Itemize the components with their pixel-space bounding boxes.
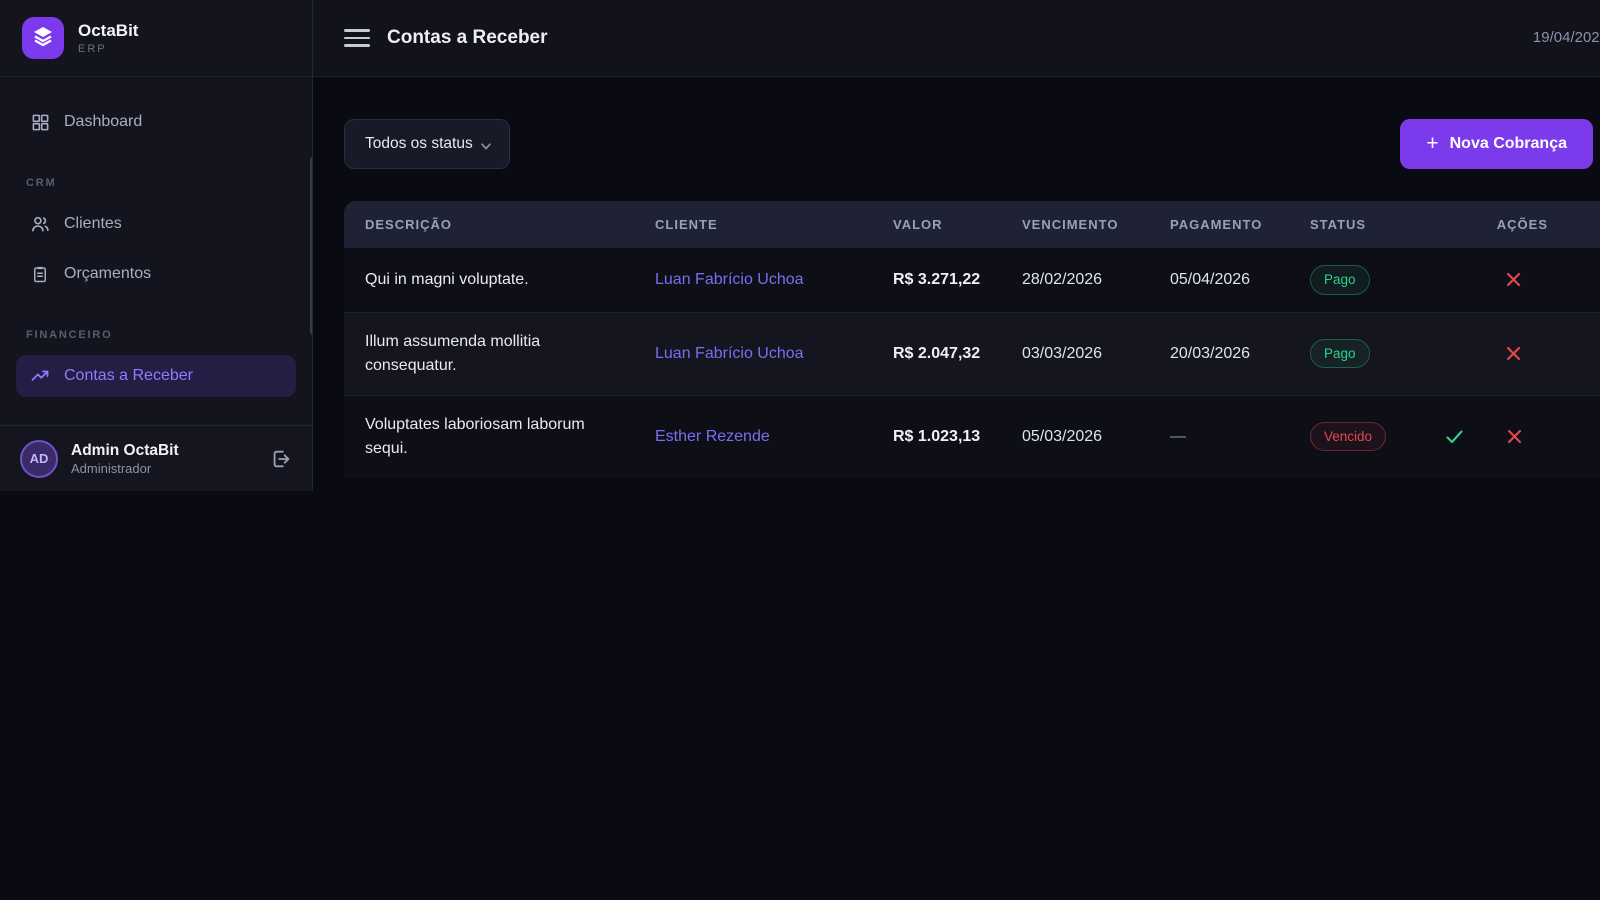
cell-vencimento: 03/03/2026 — [1022, 312, 1170, 395]
status-badge: Pago — [1310, 265, 1370, 295]
trending-up-icon — [30, 366, 50, 386]
col-header-acoes: AÇÕES — [1480, 201, 1600, 248]
col-header-cliente: CLIENTE — [655, 201, 893, 248]
col-header-status: STATUS — [1310, 201, 1480, 248]
clipboard-icon — [30, 264, 50, 284]
status-filter-select[interactable]: Todos os status — [344, 119, 510, 169]
user-meta: Admin OctaBit Administrador — [71, 441, 257, 476]
client-link[interactable]: Luan Fabrício Uchoa — [655, 345, 804, 362]
cell-pagamento: 05/04/2026 — [1170, 248, 1310, 313]
users-icon — [30, 214, 50, 234]
toolbar: Todos os status + Nova Cobrança — [344, 119, 1593, 169]
new-charge-button[interactable]: + Nova Cobrança — [1400, 119, 1593, 169]
app-window: OctaBit ERP Dashboard CRM Clientes — [0, 0, 1600, 491]
sidebar-item-label: Orçamentos — [64, 265, 151, 283]
logout-icon[interactable] — [270, 448, 292, 470]
brand-text: OctaBit ERP — [78, 21, 138, 55]
delete-icon[interactable] — [1505, 345, 1522, 362]
cell-vencimento: 05/03/2026 — [1022, 395, 1170, 478]
page-title: Contas a Receber — [387, 27, 548, 49]
receivables-table-card: DESCRIÇÃO CLIENTE VALOR VENCIMENTO PAGAM… — [344, 201, 1600, 478]
cell-valor: R$ 3.271,22 — [893, 248, 1022, 313]
row-actions — [1480, 428, 1600, 445]
sidebar-header: OctaBit ERP — [0, 0, 312, 77]
table-header-row: DESCRIÇÃO CLIENTE VALOR VENCIMENTO PAGAM… — [344, 201, 1600, 248]
sidebar-section-crm: CRM — [26, 177, 286, 189]
cell-descricao: Qui in magni voluptate. — [344, 248, 655, 313]
sidebar-item-label: Dashboard — [64, 113, 142, 131]
chevron-down-icon — [481, 137, 491, 155]
sidebar-item-clientes[interactable]: Clientes — [16, 203, 296, 245]
user-role: Administrador — [71, 461, 257, 476]
row-actions — [1480, 345, 1600, 362]
table-row: Illum assumenda mollitia consequatur. Lu… — [344, 312, 1600, 395]
sidebar-scrollbar[interactable] — [310, 157, 312, 335]
delete-icon[interactable] — [1505, 271, 1522, 288]
grid-icon — [30, 112, 50, 132]
avatar: AD — [20, 440, 58, 478]
cell-valor: R$ 2.047,32 — [893, 312, 1022, 395]
table-row: Voluptates laboriosam laborum sequi. Est… — [344, 395, 1600, 478]
cell-pagamento: — — [1170, 395, 1310, 478]
user-name: Admin OctaBit — [71, 441, 257, 460]
client-link[interactable]: Esther Rezende — [655, 428, 770, 445]
sidebar-item-orcamentos[interactable]: Orçamentos — [16, 253, 296, 295]
sidebar-item-contas-a-receber[interactable]: Contas a Receber — [16, 355, 296, 397]
brand-subtitle: ERP — [78, 43, 138, 55]
row-actions — [1480, 271, 1600, 288]
plus-icon: + — [1426, 133, 1438, 154]
delete-icon[interactable] — [1507, 428, 1522, 445]
new-charge-button-label: Nova Cobrança — [1450, 135, 1567, 153]
content: Todos os status + Nova Cobrança — [313, 77, 1600, 478]
sidebar: OctaBit ERP Dashboard CRM Clientes — [0, 0, 313, 491]
brand-name: OctaBit — [78, 21, 138, 41]
user-panel: AD Admin OctaBit Administrador — [0, 425, 312, 491]
status-filter-value: Todos os status — [365, 135, 473, 153]
cell-pagamento: 20/03/2026 — [1170, 312, 1310, 395]
sidebar-item-label: Clientes — [64, 215, 122, 233]
main-area: Contas a Receber 19/04/2026 Todos os sta… — [313, 0, 1600, 491]
sidebar-item-label: Contas a Receber — [64, 367, 193, 385]
sidebar-item-dashboard[interactable]: Dashboard — [16, 101, 296, 143]
brand-logo — [22, 17, 64, 59]
sidebar-section-financeiro: FINANCEIRO — [26, 329, 286, 341]
mark-paid-icon[interactable] — [1446, 428, 1463, 445]
hamburger-menu-icon[interactable] — [344, 29, 370, 47]
current-date: 19/04/2026 — [1533, 29, 1600, 46]
col-header-descricao: DESCRIÇÃO — [344, 201, 655, 248]
receivables-table: DESCRIÇÃO CLIENTE VALOR VENCIMENTO PAGAM… — [344, 201, 1600, 478]
status-badge: Vencido — [1310, 422, 1386, 452]
client-link[interactable]: Luan Fabrício Uchoa — [655, 271, 804, 288]
cell-descricao: Illum assumenda mollitia consequatur. — [344, 312, 655, 395]
status-badge: Pago — [1310, 339, 1370, 369]
table-row: Qui in magni voluptate. Luan Fabrício Uc… — [344, 248, 1600, 313]
sidebar-nav: Dashboard CRM Clientes Orçamentos FINANC… — [0, 77, 312, 425]
cell-descricao: Voluptates laboriosam laborum sequi. — [344, 395, 655, 478]
cell-valor: R$ 1.023,13 — [893, 395, 1022, 478]
topbar: Contas a Receber 19/04/2026 — [313, 0, 1600, 77]
cell-vencimento: 28/02/2026 — [1022, 248, 1170, 313]
layers-icon — [31, 24, 55, 53]
col-header-valor: VALOR — [893, 201, 1022, 248]
col-header-vencimento: VENCIMENTO — [1022, 201, 1170, 248]
col-header-pagamento: PAGAMENTO — [1170, 201, 1310, 248]
